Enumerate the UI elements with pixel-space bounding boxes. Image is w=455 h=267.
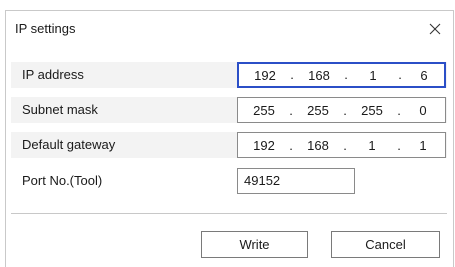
octet-separator: . xyxy=(343,103,347,118)
ip-address-octet-2[interactable]: 168 xyxy=(296,64,342,86)
octet-separator: . xyxy=(397,138,401,153)
default-gateway-octet-1[interactable]: 192 xyxy=(241,133,287,157)
port-input[interactable]: 49152 xyxy=(237,168,355,194)
write-button[interactable]: Write xyxy=(201,231,308,258)
screen: IP settings IP address 192 . 168 . 1 . 6… xyxy=(0,0,455,267)
ip-address-label: IP address xyxy=(22,67,84,82)
subnet-mask-input[interactable]: 255 . 255 . 255 . 0 xyxy=(237,97,446,123)
default-gateway-octet-3[interactable]: 1 xyxy=(349,133,395,157)
ip-address-octet-4[interactable]: 6 xyxy=(404,64,444,86)
subnet-mask-octet-3[interactable]: 255 xyxy=(349,98,395,122)
ip-address-input[interactable]: 192 . 168 . 1 . 6 xyxy=(237,62,446,88)
subnet-mask-octet-1[interactable]: 255 xyxy=(241,98,287,122)
octet-separator: . xyxy=(290,67,294,82)
subnet-mask-octet-4[interactable]: 0 xyxy=(403,98,443,122)
octet-separator: . xyxy=(343,138,347,153)
subnet-mask-octet-2[interactable]: 255 xyxy=(295,98,341,122)
ip-address-octet-3[interactable]: 1 xyxy=(350,64,396,86)
octet-separator: . xyxy=(289,103,293,118)
default-gateway-octet-4[interactable]: 1 xyxy=(403,133,443,157)
ip-address-octet-1[interactable]: 192 xyxy=(242,64,288,86)
default-gateway-input[interactable]: 192 . 168 . 1 . 1 xyxy=(237,132,446,158)
octet-separator: . xyxy=(344,67,348,82)
cancel-button[interactable]: Cancel xyxy=(331,231,440,258)
close-button[interactable] xyxy=(420,15,450,43)
octet-separator: . xyxy=(289,138,293,153)
subnet-mask-label: Subnet mask xyxy=(22,102,98,117)
octet-separator: . xyxy=(397,103,401,118)
port-label: Port No.(Tool) xyxy=(22,173,103,188)
octet-separator: . xyxy=(398,67,402,82)
close-icon xyxy=(429,23,441,35)
title-bar: IP settings xyxy=(6,11,453,47)
default-gateway-octet-2[interactable]: 168 xyxy=(295,133,341,157)
default-gateway-label: Default gateway xyxy=(22,137,116,152)
ip-settings-dialog: IP settings IP address 192 . 168 . 1 . 6… xyxy=(5,10,454,267)
dialog-title: IP settings xyxy=(15,21,76,36)
divider xyxy=(11,213,447,214)
